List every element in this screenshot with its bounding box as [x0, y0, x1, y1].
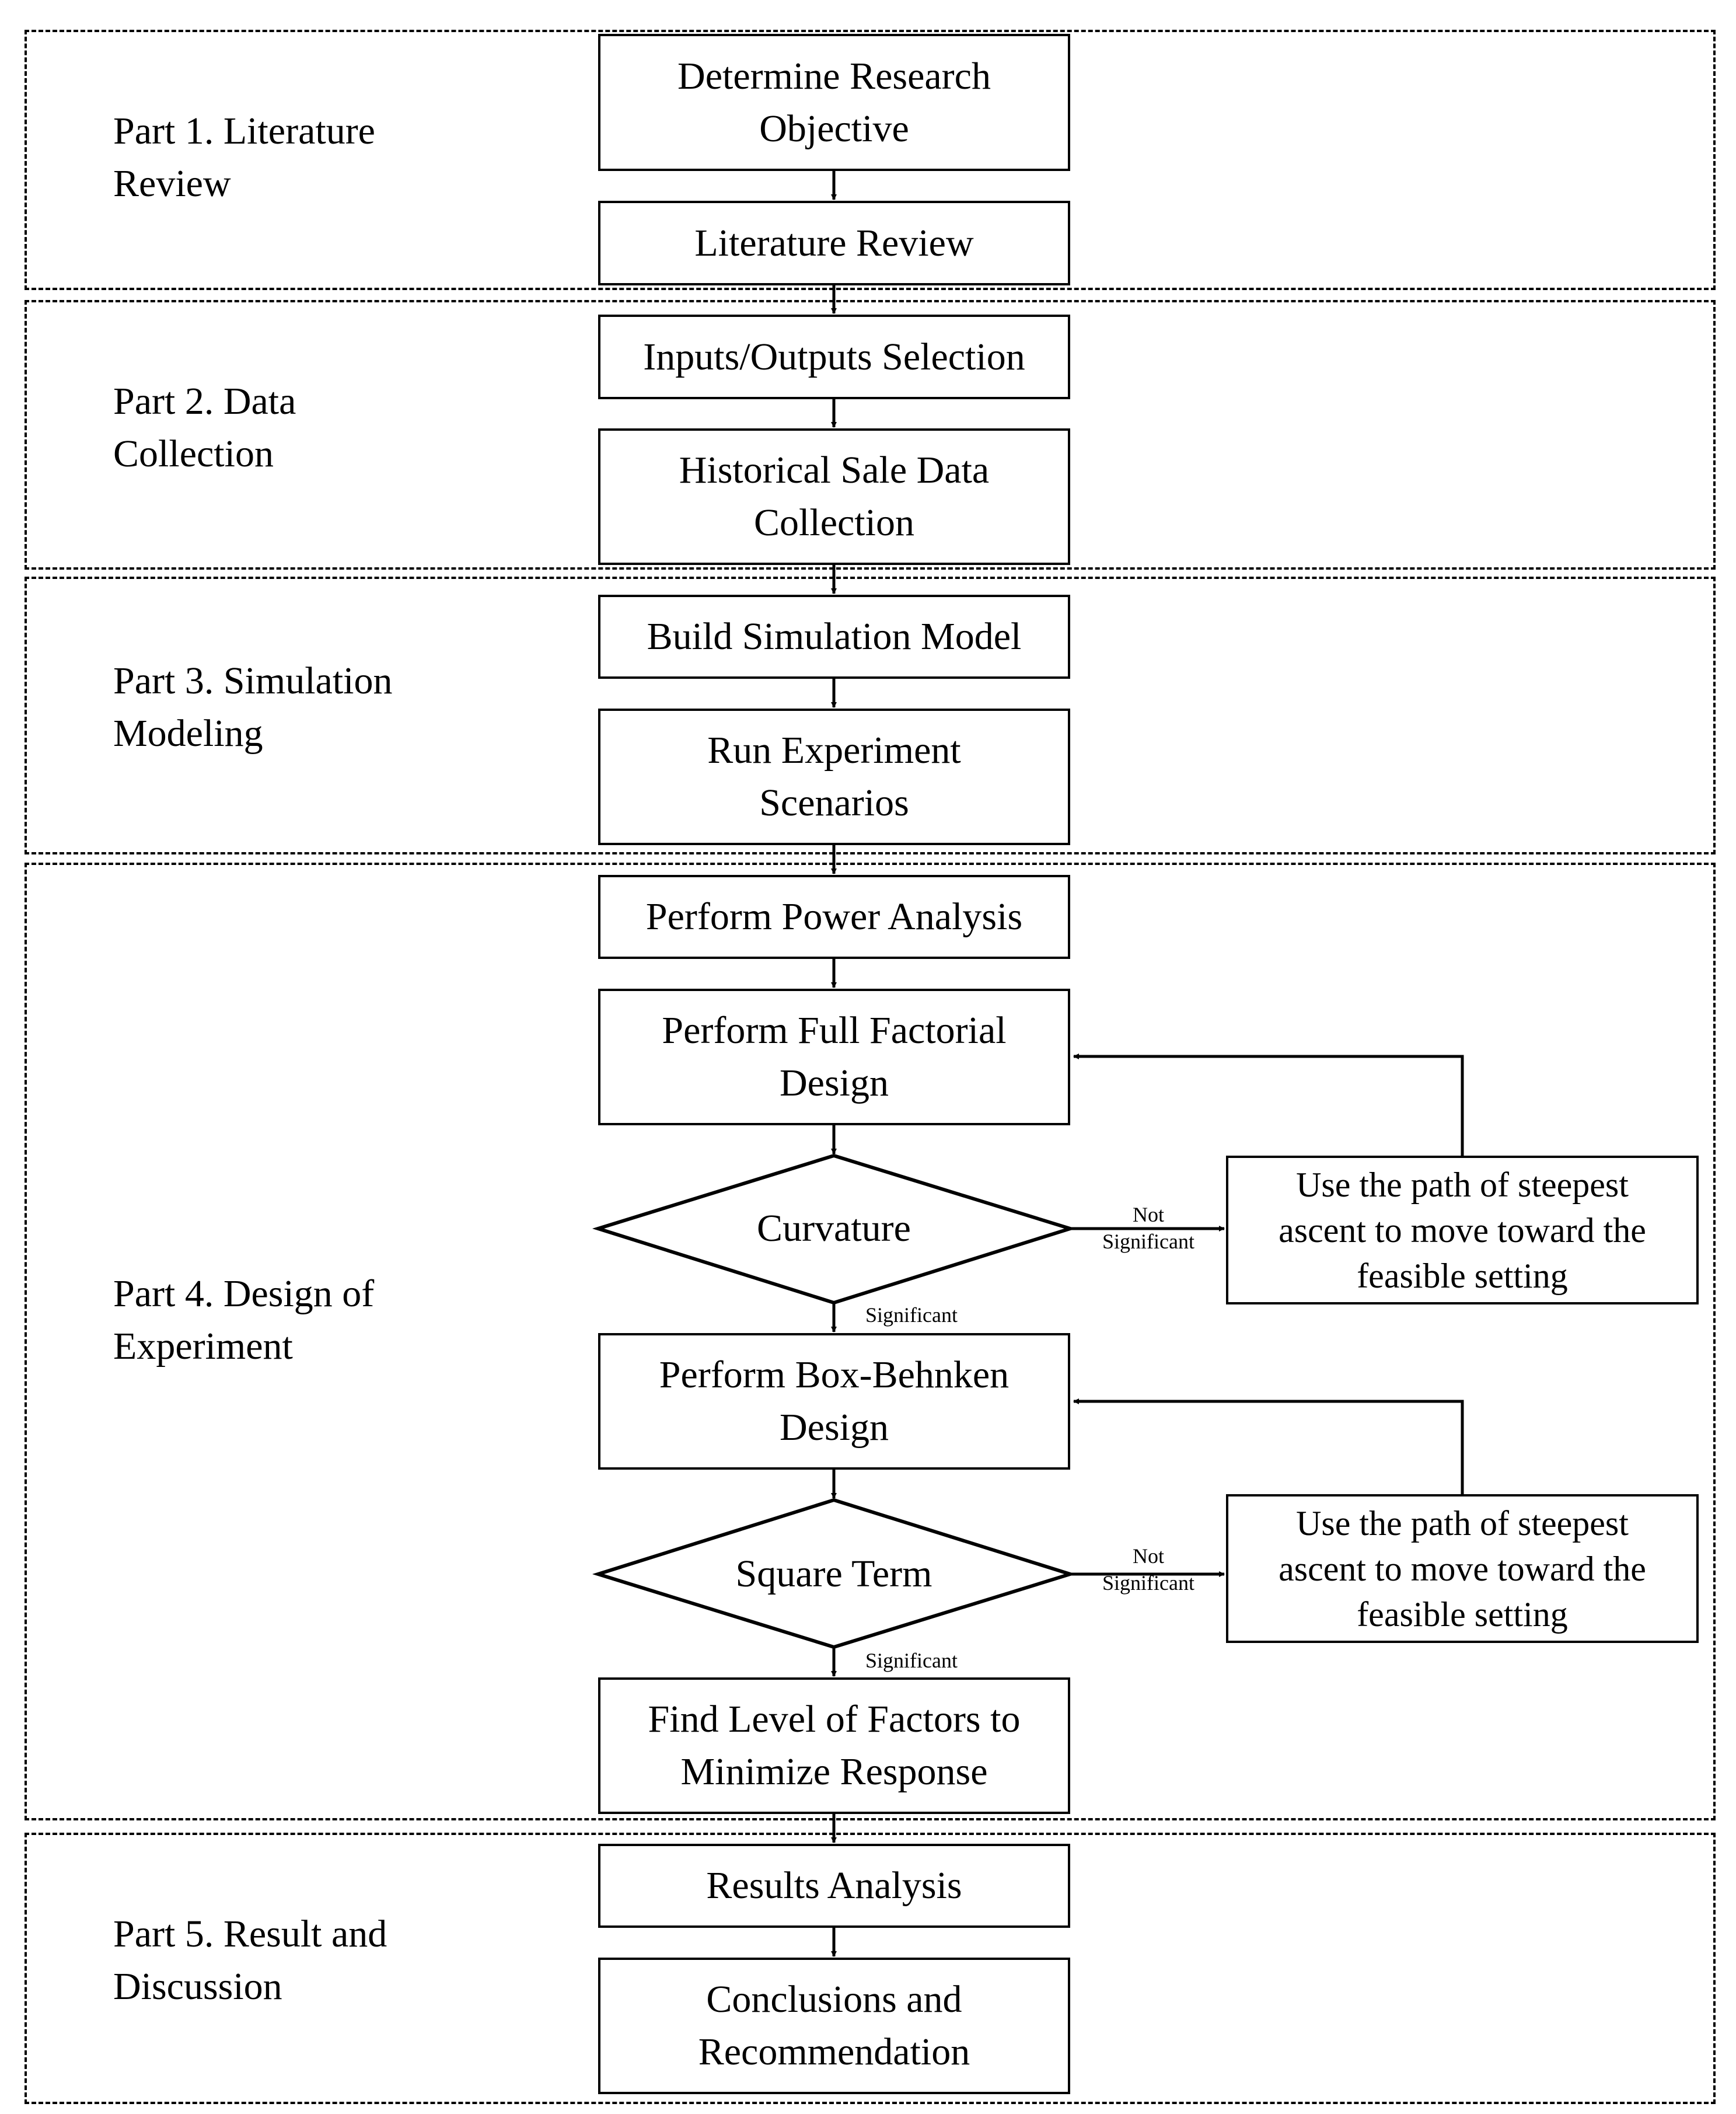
- step-run-scenarios: Run Experiment Scenarios: [598, 709, 1070, 845]
- step-results-analysis: Results Analysis: [598, 1844, 1070, 1928]
- step-full-factorial-text: Perform Full Factorial Design: [662, 1009, 1007, 1104]
- step-steepest-ascent-2: Use the path of steepest ascent to move …: [1226, 1494, 1699, 1643]
- loop-steepest-1-to-factorial: [1073, 1053, 1464, 1156]
- decision-square-term-label: Square Term: [735, 1553, 932, 1595]
- edge-label-significant-1: Significant: [865, 1303, 958, 1327]
- step-historical-data-text: Historical Sale Data Collection: [679, 449, 990, 544]
- step-full-factorial: Perform Full Factorial Design: [598, 989, 1070, 1125]
- step-inputs-outputs-text: Inputs/Outputs Selection: [643, 335, 1025, 378]
- step-build-model: Build Simulation Model: [598, 595, 1070, 679]
- step-steepest-ascent-2-text: Use the path of steepest ascent to move …: [1279, 1503, 1646, 1634]
- decision-curvature-label: Curvature: [757, 1207, 911, 1250]
- step-historical-data: Historical Sale Data Collection: [598, 428, 1070, 565]
- step-determine-objective: Determine Research Objective: [598, 34, 1070, 171]
- step-literature-review: Literature Review: [598, 201, 1070, 285]
- step-inputs-outputs: Inputs/Outputs Selection: [598, 315, 1070, 399]
- step-conclusions: Conclusions and Recommendation: [598, 1958, 1070, 2094]
- step-results-analysis-text: Results Analysis: [706, 1864, 962, 1907]
- step-power-analysis-text: Perform Power Analysis: [645, 895, 1023, 938]
- step-find-levels: Find Level of Factors to Minimize Respon…: [598, 1677, 1070, 1814]
- step-run-scenarios-text: Run Experiment Scenarios: [707, 729, 961, 824]
- step-find-levels-text: Find Level of Factors to Minimize Respon…: [648, 1698, 1021, 1793]
- step-build-model-text: Build Simulation Model: [647, 615, 1022, 658]
- step-literature-review-text: Literature Review: [694, 221, 974, 264]
- step-steepest-ascent-1: Use the path of steepest ascent to move …: [1226, 1156, 1699, 1304]
- step-conclusions-text: Conclusions and Recommendation: [698, 1978, 970, 2073]
- step-box-behnken: Perform Box-Behnken Design: [598, 1333, 1070, 1470]
- step-power-analysis: Perform Power Analysis: [598, 875, 1070, 959]
- loop-steepest-2-to-boxbehnken: [1073, 1398, 1464, 1494]
- step-box-behnken-text: Perform Box-Behnken Design: [659, 1353, 1010, 1449]
- step-determine-objective-text: Determine Research Objective: [677, 54, 991, 150]
- edge-label-not-significant-2: Not Significant: [1102, 1544, 1194, 1595]
- edge-label-significant-2: Significant: [865, 1649, 958, 1672]
- edge-label-not-significant-1: Not Significant: [1102, 1203, 1194, 1253]
- step-steepest-ascent-1-text: Use the path of steepest ascent to move …: [1279, 1165, 1646, 1295]
